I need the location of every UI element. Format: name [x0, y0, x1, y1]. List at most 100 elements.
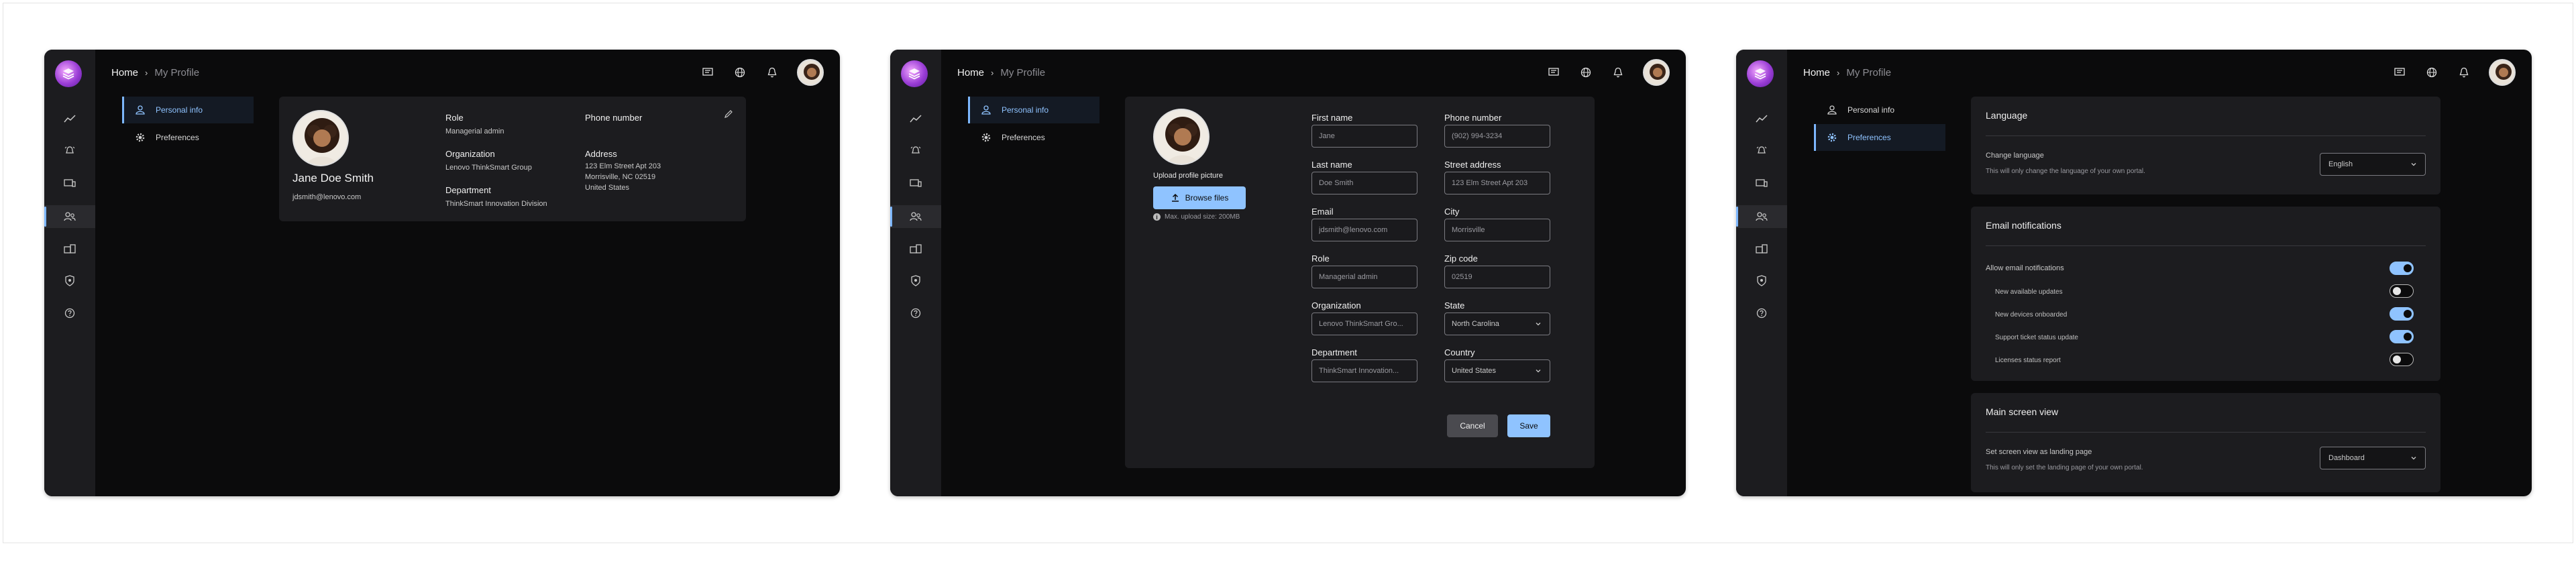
messages-icon[interactable] [2392, 65, 2407, 80]
subnav-personal-info[interactable]: Personal info [968, 97, 1099, 123]
cancel-button[interactable]: Cancel [1447, 414, 1498, 437]
subnav-personal-info[interactable]: Personal info [122, 97, 254, 123]
notif-label-updates: New available updates [1995, 288, 2063, 296]
globe-icon[interactable] [1578, 65, 1593, 80]
last-name-field[interactable] [1311, 172, 1417, 194]
city-label: City [1444, 207, 1460, 217]
address-line2: Morrisville, NC 02519 [585, 173, 656, 181]
notif-toggle-support[interactable] [2390, 330, 2414, 343]
devices-icon[interactable] [44, 172, 95, 194]
divider [1986, 245, 2426, 246]
email-notifications-title: Email notifications [1986, 220, 2061, 231]
phone-label: Phone number [1444, 113, 1502, 123]
security-icon[interactable] [44, 270, 95, 292]
security-icon[interactable] [890, 270, 941, 292]
users-icon[interactable] [1736, 205, 1787, 228]
save-button[interactable]: Save [1507, 414, 1550, 437]
email-field[interactable] [1311, 219, 1417, 241]
divider [1986, 432, 2426, 433]
edit-pencil-icon[interactable] [722, 107, 735, 121]
globe-icon[interactable] [2424, 65, 2439, 80]
breadcrumb-home[interactable]: Home [111, 67, 138, 78]
notif-toggle-devices[interactable] [2390, 307, 2414, 321]
devices-icon[interactable] [890, 172, 941, 194]
breadcrumb-home[interactable]: Home [1803, 67, 1830, 78]
security-icon[interactable] [1736, 270, 1787, 292]
messages-icon[interactable] [700, 65, 715, 80]
first-name-field[interactable] [1311, 125, 1417, 148]
bell-icon[interactable] [2457, 65, 2471, 80]
dept-label: Department [1311, 347, 1357, 357]
language-select[interactable]: English [2320, 153, 2426, 176]
subnav-label: Preferences [156, 133, 199, 142]
help-icon[interactable] [1736, 302, 1787, 325]
alerts-icon[interactable] [44, 139, 95, 162]
person-icon [1827, 105, 1837, 115]
analytics-icon[interactable] [44, 107, 95, 130]
allow-email-toggle[interactable] [2390, 262, 2414, 275]
user-avatar[interactable] [1643, 59, 1670, 86]
notif-toggle-updates[interactable] [2390, 284, 2414, 298]
role-label: Role [1311, 254, 1330, 264]
user-avatar[interactable] [2489, 59, 2516, 86]
buildings-icon[interactable] [1736, 237, 1787, 260]
alerts-icon[interactable] [1736, 139, 1787, 162]
messages-icon[interactable] [1546, 65, 1561, 80]
profile-subnav: Personal info Preferences [122, 97, 254, 152]
alerts-icon[interactable] [890, 139, 941, 162]
subnav-personal-info[interactable]: Personal info [1814, 97, 1945, 123]
city-field[interactable] [1444, 219, 1550, 241]
help-icon[interactable] [890, 302, 941, 325]
breadcrumb-current: My Profile [1000, 67, 1046, 78]
main-screen-panel: Main screen view Set screen view as land… [1971, 393, 2440, 492]
street-field[interactable] [1444, 172, 1550, 194]
role-field[interactable] [1311, 266, 1417, 288]
breadcrumb-home[interactable]: Home [957, 67, 984, 78]
buildings-icon[interactable] [44, 237, 95, 260]
devices-icon[interactable] [1736, 172, 1787, 194]
notif-toggle-licenses[interactable] [2390, 353, 2414, 366]
state-select[interactable]: North Carolina [1444, 313, 1550, 335]
analytics-icon[interactable] [890, 107, 941, 130]
zip-field[interactable] [1444, 266, 1550, 288]
users-icon[interactable] [44, 205, 95, 228]
breadcrumb-current: My Profile [154, 67, 200, 78]
org-field[interactable] [1311, 313, 1417, 335]
phone-field[interactable] [1444, 125, 1550, 148]
landing-desc: This will only set the landing page of y… [1986, 464, 2143, 471]
role-value: Managerial admin [445, 127, 504, 135]
chevron-down-icon [1536, 323, 1541, 326]
subnav-label: Personal info [1847, 105, 1895, 115]
person-icon [136, 105, 145, 115]
top-bar: Home › My Profile [95, 50, 840, 94]
profile-avatar [1153, 109, 1210, 165]
browse-files-button[interactable]: Browse files [1153, 186, 1246, 209]
notif-label-devices: New devices onboarded [1995, 311, 2068, 319]
landing-select[interactable]: Dashboard [2320, 447, 2426, 469]
subnav-preferences[interactable]: Preferences [1814, 124, 1945, 151]
email-notifications-panel: Email notifications Allow email notifica… [1971, 207, 2440, 381]
buildings-icon[interactable] [890, 237, 941, 260]
language-title: Language [1986, 110, 2028, 121]
globe-icon[interactable] [733, 65, 747, 80]
subnav-preferences[interactable]: Preferences [968, 124, 1099, 151]
app-logo[interactable] [55, 60, 82, 87]
bell-icon[interactable] [765, 65, 780, 80]
subnav-preferences[interactable]: Preferences [122, 124, 254, 151]
dept-field[interactable] [1311, 359, 1417, 382]
app-logo[interactable] [1747, 60, 1774, 87]
help-icon[interactable] [44, 302, 95, 325]
user-avatar[interactable] [797, 59, 824, 86]
upload-hint: i Max. upload size: 200MB [1153, 213, 1240, 221]
analytics-icon[interactable] [1736, 107, 1787, 130]
chevron-right-icon: › [145, 68, 148, 78]
last-name-label: Last name [1311, 160, 1352, 170]
side-rail [44, 50, 95, 496]
country-select[interactable]: United States [1444, 359, 1550, 382]
users-icon[interactable] [890, 205, 941, 228]
phone-label: Phone number [585, 113, 643, 123]
app-logo[interactable] [901, 60, 928, 87]
gear-icon [136, 133, 145, 142]
top-bar: Home › My Profile [1787, 50, 2532, 94]
bell-icon[interactable] [1611, 65, 1625, 80]
